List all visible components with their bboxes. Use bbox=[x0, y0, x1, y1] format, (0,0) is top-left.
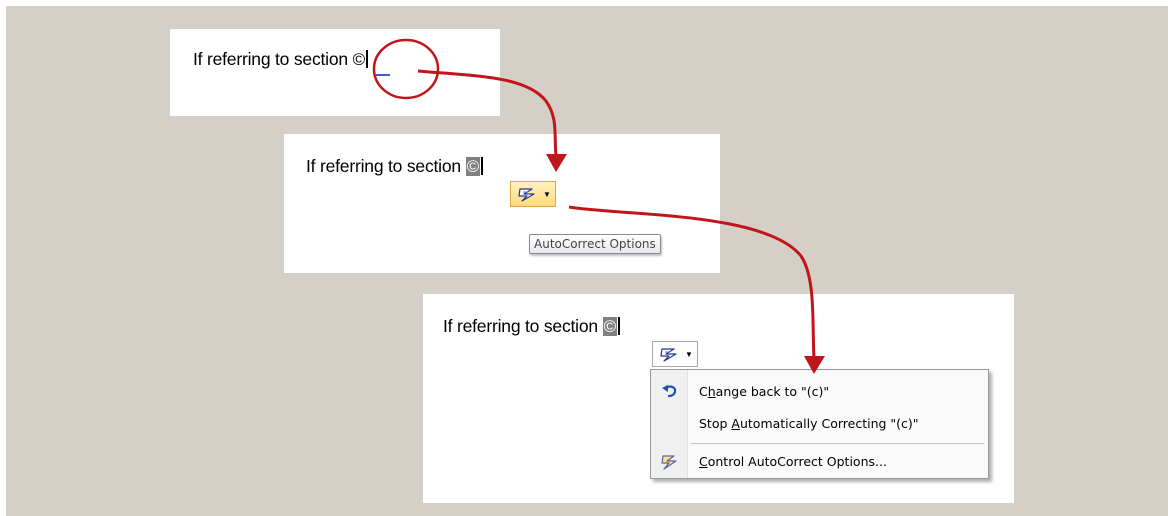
canvas-background: If referring to section © If referring t… bbox=[6, 6, 1168, 516]
annotation-arrowhead-2 bbox=[804, 356, 825, 374]
annotation-overlay bbox=[372, 38, 825, 374]
annotation-arrowhead-1 bbox=[546, 154, 567, 172]
annotation-arrow-1 bbox=[417, 69, 558, 157]
annotation-arrow-2 bbox=[568, 205, 816, 359]
highlight-circle bbox=[372, 38, 440, 100]
